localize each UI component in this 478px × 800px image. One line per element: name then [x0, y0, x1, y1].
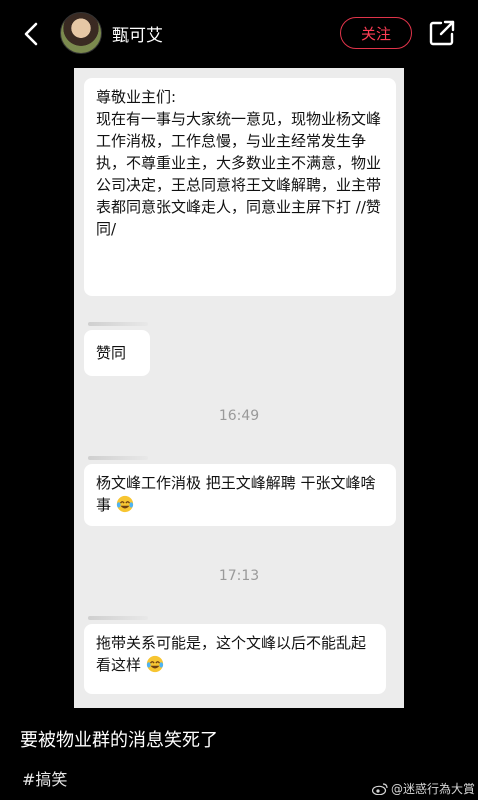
message-text: 杨文峰工作消极 把王文峰解聘 干张文峰啥事 — [96, 474, 376, 514]
chat-bubble-reply: 杨文峰工作消极 把王文峰解聘 干张文峰啥事 — [84, 464, 396, 526]
watermark-text: @迷惑行為大賞 — [391, 782, 476, 796]
sender-name-blurred — [88, 322, 148, 326]
username[interactable]: 甄可艾 — [112, 21, 163, 46]
timestamp: 16:49 — [218, 408, 260, 424]
hashtag-link[interactable]: #搞笑 — [22, 766, 67, 790]
share-icon[interactable] — [428, 19, 456, 47]
timestamp: 17:13 — [218, 568, 260, 584]
message-greeting: 尊敬业主们: — [96, 88, 177, 106]
sender-name-blurred — [88, 456, 148, 460]
sender-name-blurred — [88, 616, 148, 620]
weibo-logo-icon — [372, 782, 388, 795]
chat-bubble-agree: 赞同 — [84, 330, 150, 376]
chat-bubble-reply: 拖带关系可能是，这个文峰以后不能乱起看这样 — [84, 624, 386, 694]
message-text: 赞同 — [96, 344, 127, 362]
chevron-left-icon[interactable] — [18, 20, 46, 48]
laughing-tears-emoji-icon — [116, 495, 133, 513]
chat-screenshot[interactable]: 尊敬业主们: 现在有一事与大家统一意见，现物业杨文峰工作消极，工作怠慢，与业主经… — [74, 68, 404, 708]
message-body: 现在有一事与大家统一意见，现物业杨文峰工作消极，工作怠慢，与业主经常发生争执，不… — [96, 110, 382, 238]
post-caption: 要被物业群的消息笑死了 — [20, 730, 218, 751]
top-bar: 甄可艾 关注 — [0, 0, 478, 68]
laughing-tears-emoji-icon — [146, 655, 163, 673]
watermark: @迷惑行為大賞 — [372, 780, 475, 797]
follow-button[interactable]: 关注 — [340, 17, 412, 49]
avatar[interactable] — [60, 12, 102, 54]
chat-bubble-announcement: 尊敬业主们: 现在有一事与大家统一意见，现物业杨文峰工作消极，工作怠慢，与业主经… — [84, 78, 396, 296]
message-text: 拖带关系可能是，这个文峰以后不能乱起看这样 — [96, 634, 367, 674]
